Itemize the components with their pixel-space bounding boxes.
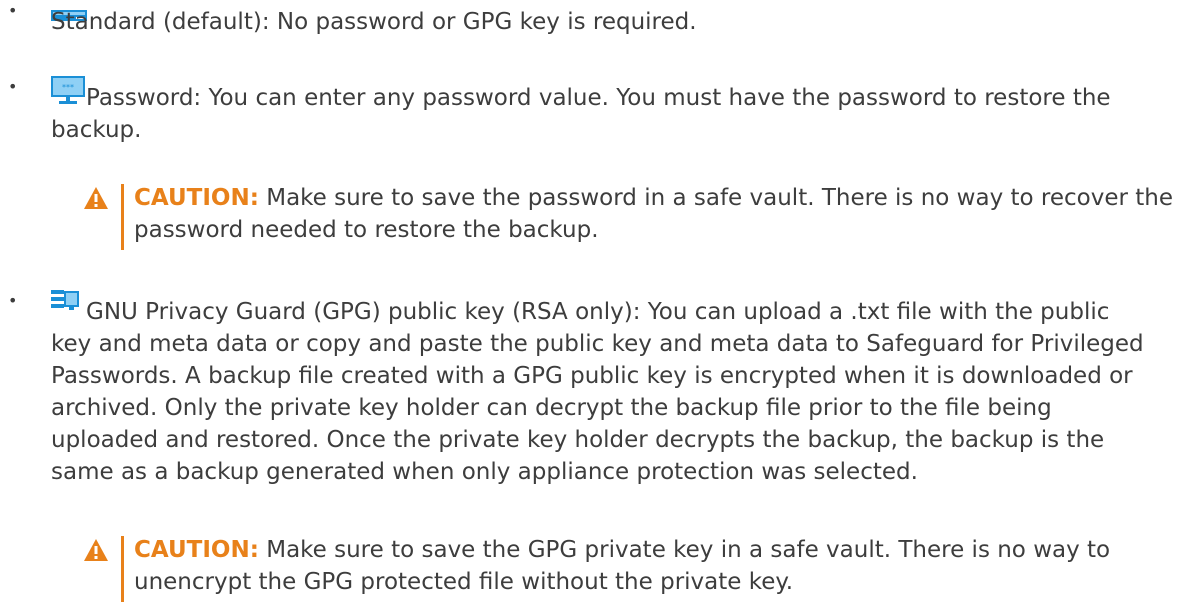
caution-label: CAUTION: <box>134 185 259 211</box>
caution-text: CAUTION: Make sure to save the GPG priva… <box>134 534 1179 598</box>
standard-description: Standard (default): No password or GPG k… <box>51 9 697 35</box>
caution-message: Make sure to save the GPG private key in… <box>134 537 1111 595</box>
bullet-dot: • <box>8 77 18 96</box>
gpg-description: GNU Privacy Guard (GPG) public key (RSA … <box>51 299 1144 485</box>
bullet-dot: • <box>8 291 18 310</box>
caution-gpg: CAUTION: Make sure to save the GPG priva… <box>84 536 1179 602</box>
password-description: Password: You can enter any password val… <box>51 85 1111 143</box>
warning-triangle-icon <box>84 539 108 561</box>
caution-text: CAUTION: Make sure to save the password … <box>134 182 1179 246</box>
caution-label: CAUTION: <box>134 537 259 563</box>
caution-password: CAUTION: Make sure to save the password … <box>84 184 1179 250</box>
caution-message: Make sure to save the password in a safe… <box>134 185 1173 243</box>
warning-triangle-icon <box>84 187 108 209</box>
bullet-dot: • <box>8 1 18 20</box>
caution-divider <box>121 536 124 602</box>
caution-divider <box>121 184 124 250</box>
